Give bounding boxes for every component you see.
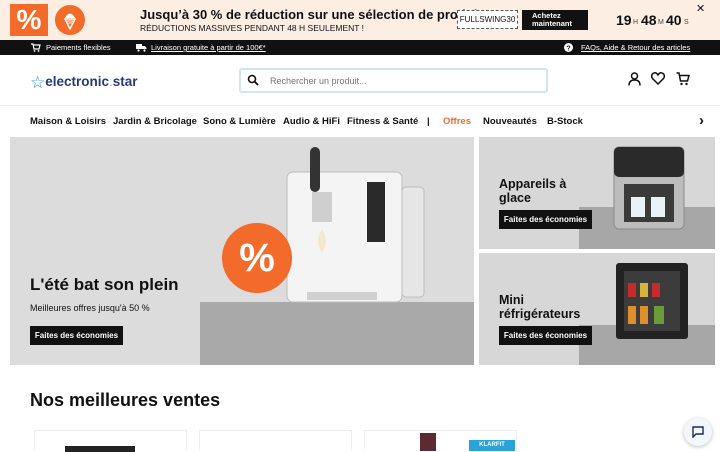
nav-item-offres[interactable]: Offres (443, 116, 471, 127)
heart-icon[interactable] (651, 72, 665, 85)
promo-title: Jusqu’à 30 % de réduction sur une sélect… (140, 7, 497, 22)
nav-item-fitness-sante[interactable]: Fitness & Santé (347, 116, 418, 127)
nav-scroll-right-icon[interactable]: › (699, 112, 704, 129)
promo-banner: % Jusqu’à 30 % de réduction sur une séle… (0, 0, 720, 40)
hero-percent-badge: % (222, 223, 292, 293)
promo-percent-badge: % (10, 4, 48, 36)
flexible-payments-link[interactable]: Paiements flexibles (46, 43, 111, 52)
product-image (420, 433, 436, 451)
countdown-minutes: 48 (641, 12, 657, 28)
countdown-minutes-unit: M (658, 19, 664, 26)
logo-text-secondary: star (112, 74, 138, 89)
site-logo[interactable]: ☆electronic.star (30, 71, 138, 92)
truck-icon (136, 44, 147, 52)
hero-cta-button[interactable]: Faites des économies (30, 326, 123, 345)
search-input[interactable] (270, 73, 540, 89)
product-image (65, 446, 135, 452)
countdown-hours: 19 (616, 12, 632, 28)
svg-text:?: ? (566, 45, 570, 52)
hero-title: L'été bat son plein (30, 275, 179, 294)
cart-icon[interactable] (676, 72, 690, 86)
mini-fridge-image (616, 263, 688, 339)
soft-serve-machine-image (286, 147, 425, 303)
star-logo-icon: ☆ (30, 73, 46, 92)
category-nav: Maison & Loisirs Jardin & Bricolage Sono… (0, 105, 720, 136)
nav-item-b-stock[interactable]: B-Stock (547, 116, 583, 127)
faq-link[interactable]: FAQs, Aide & Retour des articles (581, 43, 690, 52)
info-bar: Paiements flexibles Livraison gratuite à… (0, 40, 720, 55)
side-banner-title: Mini réfrigérateurs (499, 293, 581, 321)
nav-item-audio-hifi[interactable]: Audio & HiFi (283, 116, 340, 127)
chat-icon (692, 426, 704, 438)
ice-cream-icon (55, 5, 85, 35)
logo-text-primary: electronic (45, 74, 110, 89)
ice-maker-image (613, 146, 685, 230)
side-banner-ice-makers[interactable]: Appareils à glace Faites des économies (479, 137, 715, 249)
help-icon: ? (564, 43, 573, 52)
side-banner-mini-fridges[interactable]: Mini réfrigérateurs Faites des économies (479, 253, 715, 365)
side-banner-title: Appareils à glace (499, 177, 567, 205)
product-card[interactable]: KLARFIT (364, 430, 517, 451)
promo-buy-now-button[interactable]: Achetez maintenant (522, 10, 588, 30)
hero-banner[interactable]: % L'été bat son plein Meilleures offres … (10, 137, 474, 365)
side-banner-cta-button[interactable]: Faites des économies (499, 210, 592, 229)
cart-small-icon (31, 43, 41, 52)
side-banner-cta-button[interactable]: Faites des économies (499, 326, 592, 345)
countdown-seconds-unit: S (684, 19, 689, 26)
nav-item-maison-loisirs[interactable]: Maison & Loisirs (30, 116, 106, 127)
hero-subtitle: Meilleures offres jusqu'à 50 % (30, 303, 150, 313)
countdown-seconds: 40 (666, 12, 682, 28)
bestsellers-title: Nos meilleures ventes (30, 390, 221, 410)
promo-code[interactable]: FULLSWING30 (457, 10, 518, 29)
nav-item-nouveautes[interactable]: Nouveautés (483, 116, 537, 127)
countdown-hours-unit: H (633, 19, 639, 26)
close-icon[interactable]: ✕ (696, 2, 705, 15)
search-bar[interactable] (239, 68, 548, 93)
free-delivery-link[interactable]: Livraison gratuite à partir de 100€* (151, 43, 266, 52)
nav-item-sono-lumiere[interactable]: Sono & Lumière (203, 116, 276, 127)
search-icon (247, 74, 259, 86)
nav-separator: | (427, 116, 430, 127)
product-card[interactable] (199, 430, 352, 450)
klarfit-badge: KLARFIT (469, 440, 515, 451)
user-icon[interactable] (628, 72, 641, 86)
promo-subtitle: RÉDUCTIONS MASSIVES PENDANT 48 H SEULEME… (140, 23, 365, 33)
product-card[interactable] (34, 430, 187, 452)
nav-item-jardin-bricolage[interactable]: Jardin & Bricolage (113, 116, 197, 127)
chat-button[interactable] (684, 418, 712, 446)
